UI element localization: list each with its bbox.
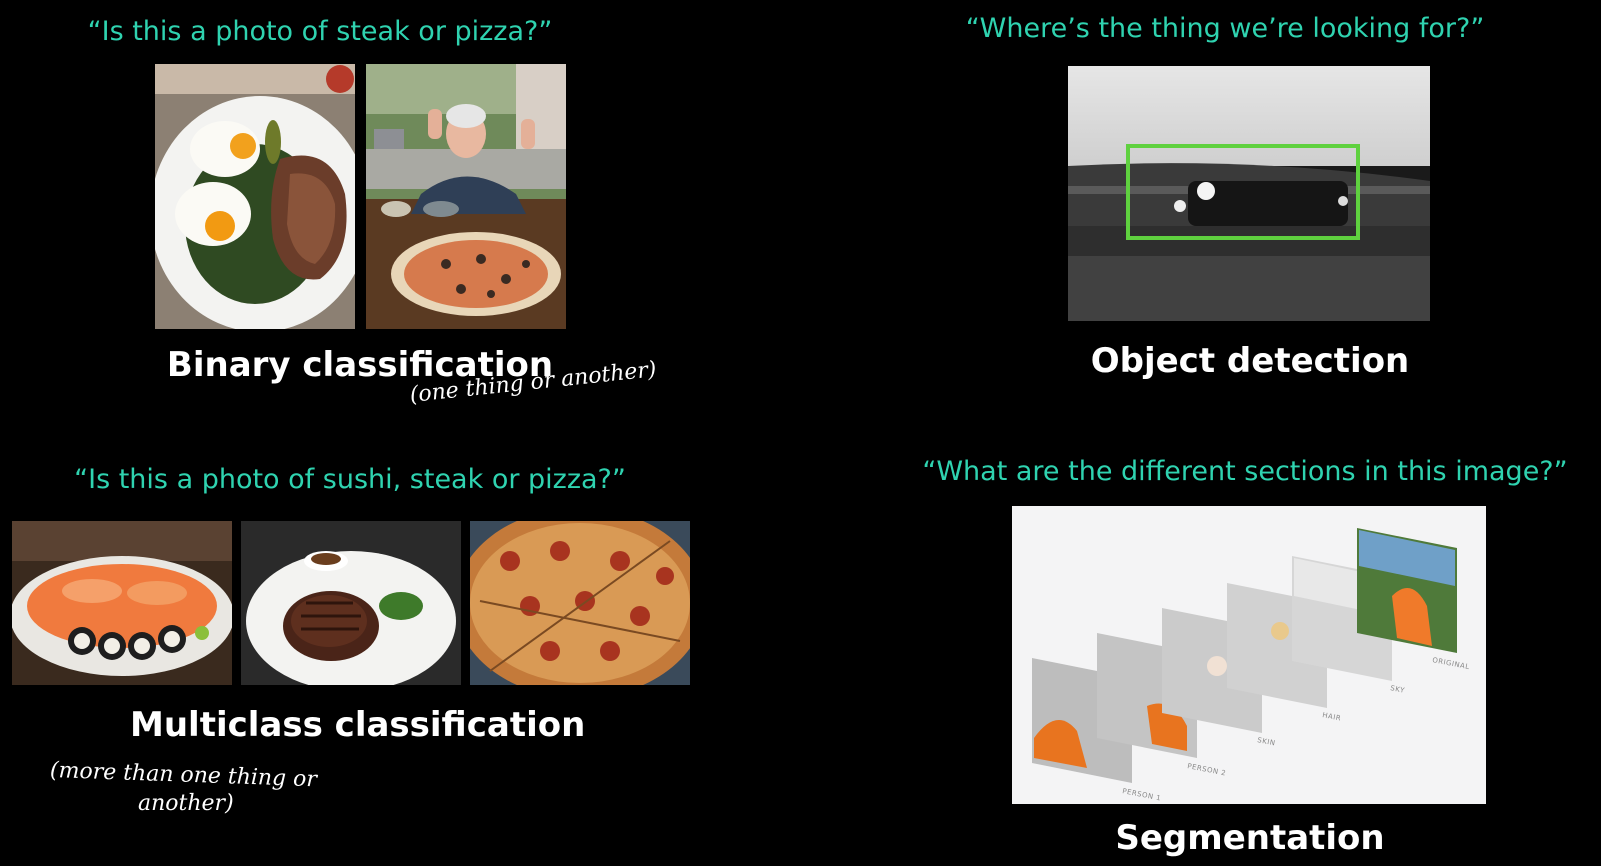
detection-question: “Where’s the thing we’re looking for?” bbox=[965, 13, 1485, 44]
binary-question: “Is this a photo of steak or pizza?” bbox=[87, 16, 553, 47]
steak-eggs-photo bbox=[155, 64, 355, 329]
man-pizza-photo bbox=[366, 64, 566, 329]
sushi-photo bbox=[12, 521, 232, 685]
multiclass-question: “Is this a photo of sushi, steak or pizz… bbox=[74, 464, 626, 495]
segmentation-title: Segmentation bbox=[1115, 818, 1385, 858]
multiclass-note-line2: another) bbox=[138, 791, 234, 816]
multiclass-title: Multiclass classification bbox=[130, 705, 586, 745]
detection-title: Object detection bbox=[1090, 341, 1410, 381]
segmentation-question: “What are the different sections in this… bbox=[922, 456, 1568, 487]
segmentation-layers-figure: PERSON 1 PERSON 2 SKIN HAIR SKY ORIGINAL bbox=[1012, 506, 1486, 804]
slide: “Is this a photo of steak or pizza?” Bin… bbox=[0, 0, 1601, 866]
steak-photo bbox=[241, 521, 461, 685]
night-car-photo bbox=[1068, 66, 1430, 321]
pizza-photo bbox=[470, 521, 690, 685]
